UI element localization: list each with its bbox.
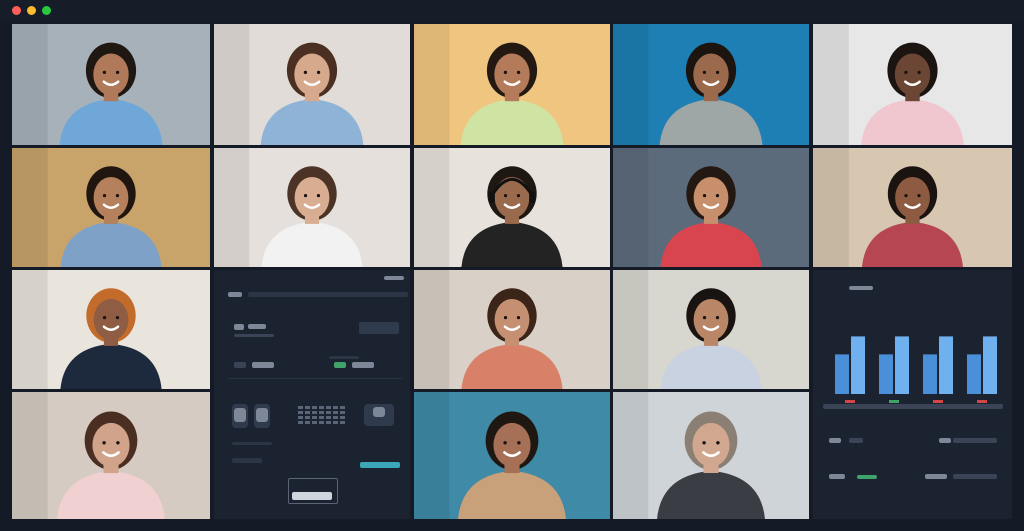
participant-video-feed <box>414 392 610 519</box>
calendar-grid <box>298 406 345 424</box>
participant-video-feed <box>12 148 210 267</box>
close-window-button[interactable] <box>12 6 21 15</box>
action-frame <box>288 478 338 504</box>
participant-video-tile[interactable] <box>12 148 210 267</box>
status-chip <box>352 362 374 368</box>
participant-video-feed <box>214 24 410 145</box>
chart-bar <box>835 354 849 394</box>
minimize-window-button[interactable] <box>27 6 36 15</box>
status-chip-green <box>334 362 346 368</box>
device-thumb-inner <box>256 408 268 422</box>
window-titlebar <box>0 0 1024 22</box>
toolbar-chip <box>228 292 242 297</box>
chart-category-marker <box>845 400 855 403</box>
shared-screen-chart[interactable] <box>813 270 1012 519</box>
subheading-line <box>234 334 274 337</box>
participant-video-tile[interactable] <box>813 24 1012 145</box>
stat-label <box>925 474 947 479</box>
participant-video-feed <box>613 24 809 145</box>
chart-category-marker <box>889 400 899 403</box>
chart-bar <box>923 354 937 394</box>
participant-video-feed <box>813 24 1012 145</box>
stat-value <box>849 438 863 443</box>
participant-video-tile[interactable] <box>214 148 410 267</box>
heading-chip <box>234 324 244 330</box>
participant-video-tile[interactable] <box>12 270 210 389</box>
participant-video-feed <box>12 270 210 389</box>
heading-chip <box>248 324 266 329</box>
participant-video-tile[interactable] <box>613 270 809 389</box>
participant-video-tile[interactable] <box>12 392 210 519</box>
chart-bar <box>967 354 981 394</box>
participant-video-feed <box>414 24 610 145</box>
list-line <box>232 458 262 463</box>
participant-video-tile[interactable] <box>214 24 410 145</box>
video-gallery-grid <box>12 24 1012 519</box>
participant-video-tile[interactable] <box>613 24 809 145</box>
stat-label <box>829 474 845 479</box>
device-card-icon <box>373 407 385 417</box>
stat-value <box>953 438 997 443</box>
participant-video-feed <box>414 148 610 267</box>
chart-category-marker <box>977 400 987 403</box>
participant-video-feed <box>613 148 809 267</box>
chart-title-chip <box>849 286 873 290</box>
participant-video-tile[interactable] <box>414 24 610 145</box>
participant-video-tile[interactable] <box>414 270 610 389</box>
participant-video-feed <box>214 148 410 267</box>
participant-video-feed <box>414 270 610 389</box>
bar-chart <box>835 336 997 403</box>
list-line <box>232 442 272 445</box>
stat-label <box>939 438 951 443</box>
label-line <box>329 356 359 359</box>
participant-video-tile[interactable] <box>613 148 809 267</box>
participant-video-feed <box>613 270 809 389</box>
chart-category-marker <box>933 400 943 403</box>
chart-bar <box>939 336 953 394</box>
participant-video-feed <box>12 24 210 145</box>
shared-screen-dashboard[interactable] <box>214 270 410 519</box>
stat-bar-green <box>857 475 877 479</box>
participant-video-tile[interactable] <box>813 148 1012 267</box>
device-thumb-inner <box>234 408 246 422</box>
teal-highlight-chip <box>360 462 400 468</box>
control-chip <box>234 362 246 368</box>
stat-label <box>829 438 841 443</box>
participant-video-feed <box>613 392 809 519</box>
summary-card <box>359 322 399 334</box>
chart-bar <box>879 354 893 394</box>
participant-video-tile[interactable] <box>12 24 210 145</box>
participant-video-tile[interactable] <box>613 392 809 519</box>
divider <box>228 378 402 379</box>
participant-video-tile[interactable] <box>414 392 610 519</box>
chart-bar <box>895 336 909 394</box>
participant-video-feed <box>813 148 1012 267</box>
stat-value <box>953 474 997 479</box>
chart-bar <box>983 336 997 394</box>
maximize-window-button[interactable] <box>42 6 51 15</box>
legend-row <box>823 404 1003 409</box>
chart-bar <box>851 336 865 394</box>
participant-video-feed <box>12 392 210 519</box>
toolbar-row <box>248 292 408 297</box>
control-chip <box>252 362 274 368</box>
window-control-placeholder <box>384 276 404 280</box>
participant-video-tile[interactable] <box>414 148 610 267</box>
